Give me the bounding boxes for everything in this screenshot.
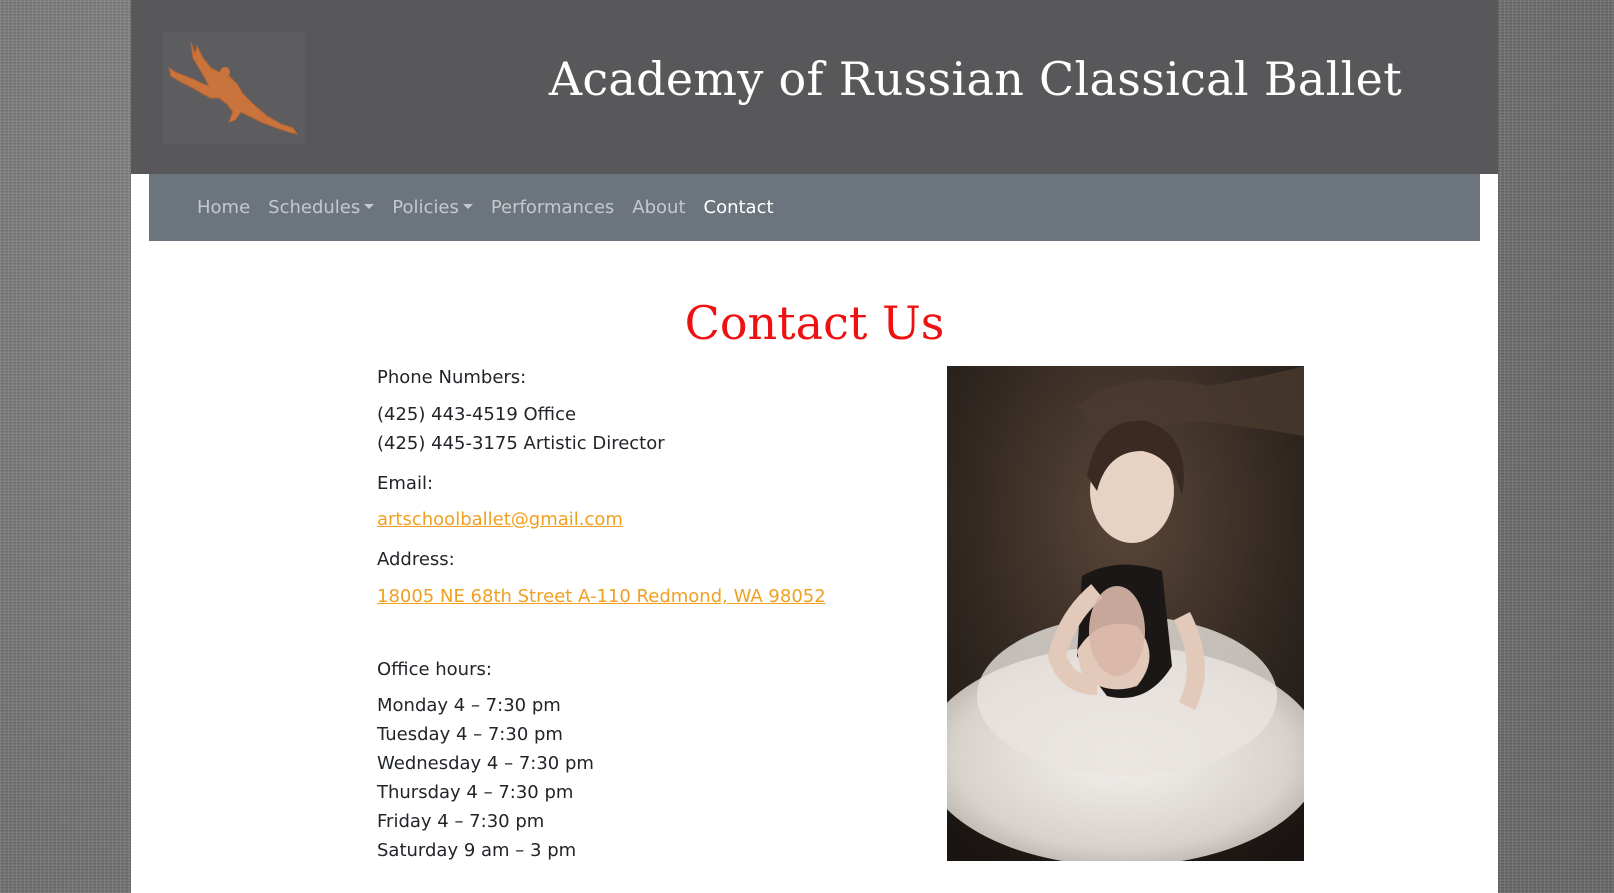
phone-label: Phone Numbers:: [377, 367, 527, 388]
address-label: Address:: [377, 549, 455, 570]
nav-item-schedules[interactable]: Schedules: [259, 197, 383, 218]
ballet-dancer-leap-icon: [168, 41, 299, 135]
nav-item-label: Schedules: [268, 197, 361, 218]
site-title: Academy of Russian Classical Ballet: [548, 52, 1402, 106]
nav-item-label: Policies: [392, 197, 459, 218]
caret-down-icon: [364, 204, 375, 209]
hours-row: Monday 4 – 7:30 pm: [377, 695, 561, 716]
nav-item-label: Home: [197, 197, 251, 218]
email-label: Email:: [377, 473, 434, 494]
nav-list: Home Schedules Policies Performances Abo…: [149, 174, 1480, 241]
hours-row: Tuesday 4 – 7:30 pm: [377, 724, 563, 745]
office-hours-label: Office hours:: [377, 659, 492, 680]
address-link[interactable]: 18005 NE 68th Street A-110 Redmond, WA 9…: [377, 586, 826, 607]
caret-down-icon: [462, 204, 473, 209]
hours-row: Saturday 9 am – 3 pm: [377, 840, 577, 861]
hours-row: Thursday 4 – 7:30 pm: [377, 782, 574, 803]
page-container: Academy of Russian Classical Ballet Home…: [131, 0, 1498, 893]
hours-row: Wednesday 4 – 7:30 pm: [377, 753, 594, 774]
page-title: Contact Us: [684, 296, 945, 350]
nav-item-label: About: [632, 197, 686, 218]
nav-item-policies[interactable]: Policies: [383, 197, 482, 218]
nav-item-home[interactable]: Home: [188, 197, 259, 218]
nav-item-performances[interactable]: Performances: [482, 197, 623, 218]
email-link[interactable]: artschoolballet@gmail.com: [377, 509, 623, 530]
phone-director: (425) 445-3175 Artistic Director: [377, 433, 665, 454]
site-logo[interactable]: [163, 32, 305, 144]
nav-item-label: Contact: [703, 197, 774, 218]
nav-item-contact[interactable]: Contact: [695, 197, 783, 218]
nav-item-about[interactable]: About: [623, 197, 694, 218]
hours-row: Friday 4 – 7:30 pm: [377, 811, 545, 832]
ballerina-portrait-image: [947, 366, 1304, 861]
phone-office: (425) 443-4519 Office: [377, 404, 577, 425]
main-navbar: Home Schedules Policies Performances Abo…: [149, 174, 1480, 241]
site-header: Academy of Russian Classical Ballet: [131, 0, 1498, 174]
ballerina-photo: [947, 366, 1304, 861]
nav-item-label: Performances: [490, 197, 615, 218]
contact-info: Phone Numbers: (425) 443-4519 Office (42…: [377, 366, 897, 865]
